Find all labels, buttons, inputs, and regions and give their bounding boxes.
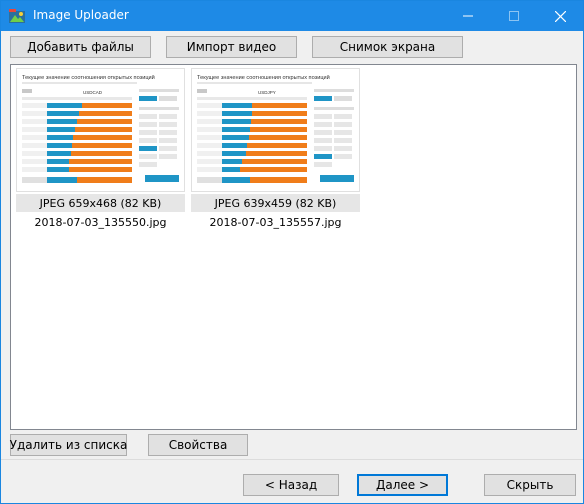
import-video-button[interactable]: Импорт видео	[166, 36, 297, 58]
app-icon	[9, 9, 25, 23]
preview-title: Текущее значение соотношения открытых по…	[197, 74, 330, 81]
back-button[interactable]: < Назад	[243, 474, 339, 496]
thumbnail-preview: Текущее значение соотношения открытых по…	[17, 69, 184, 191]
maximize-button[interactable]	[491, 1, 537, 31]
minimize-button[interactable]	[445, 1, 491, 31]
image-caption: JPEG 659x468 (82 KB)	[16, 194, 185, 212]
add-files-button[interactable]: Добавить файлы	[10, 36, 151, 58]
footer-divider	[1, 459, 583, 460]
screenshot-button[interactable]: Снимок экрана	[312, 36, 463, 58]
preview-bars	[22, 103, 132, 183]
next-button[interactable]: Далее >	[357, 474, 448, 496]
image-filename: 2018-07-03_135557.jpg	[209, 216, 342, 229]
close-button[interactable]	[537, 1, 583, 31]
thumbnail-preview: Текущее значение соотношения открытых по…	[192, 69, 359, 191]
properties-button[interactable]: Свойства	[148, 434, 248, 456]
maximize-icon	[509, 11, 519, 21]
title-bar[interactable]: Image Uploader	[1, 1, 583, 31]
image-thumbnail[interactable]: Текущее значение соотношения открытых по…	[191, 68, 360, 192]
preview-bars	[197, 103, 307, 183]
image-thumbnail[interactable]: Текущее значение соотношения открытых по…	[16, 68, 185, 192]
close-icon	[554, 10, 566, 22]
preview-pair: USDJPY	[258, 90, 276, 95]
preview-title: Текущее значение соотношения открытых по…	[22, 74, 155, 81]
hide-button[interactable]: Скрыть	[484, 474, 576, 496]
remove-from-list-button[interactable]: Удалить из списка	[10, 434, 127, 456]
image-caption: JPEG 639x459 (82 KB)	[191, 194, 360, 212]
image-uploader-window: Image Uploader Добавить файлы Импорт вид…	[0, 0, 584, 504]
image-list[interactable]: Текущее значение соотношения открытых по…	[10, 64, 577, 430]
image-filename: 2018-07-03_135550.jpg	[34, 216, 167, 229]
window-title: Image Uploader	[33, 8, 129, 22]
preview-pair: USDCAD	[83, 90, 103, 95]
minimize-icon	[463, 15, 473, 17]
